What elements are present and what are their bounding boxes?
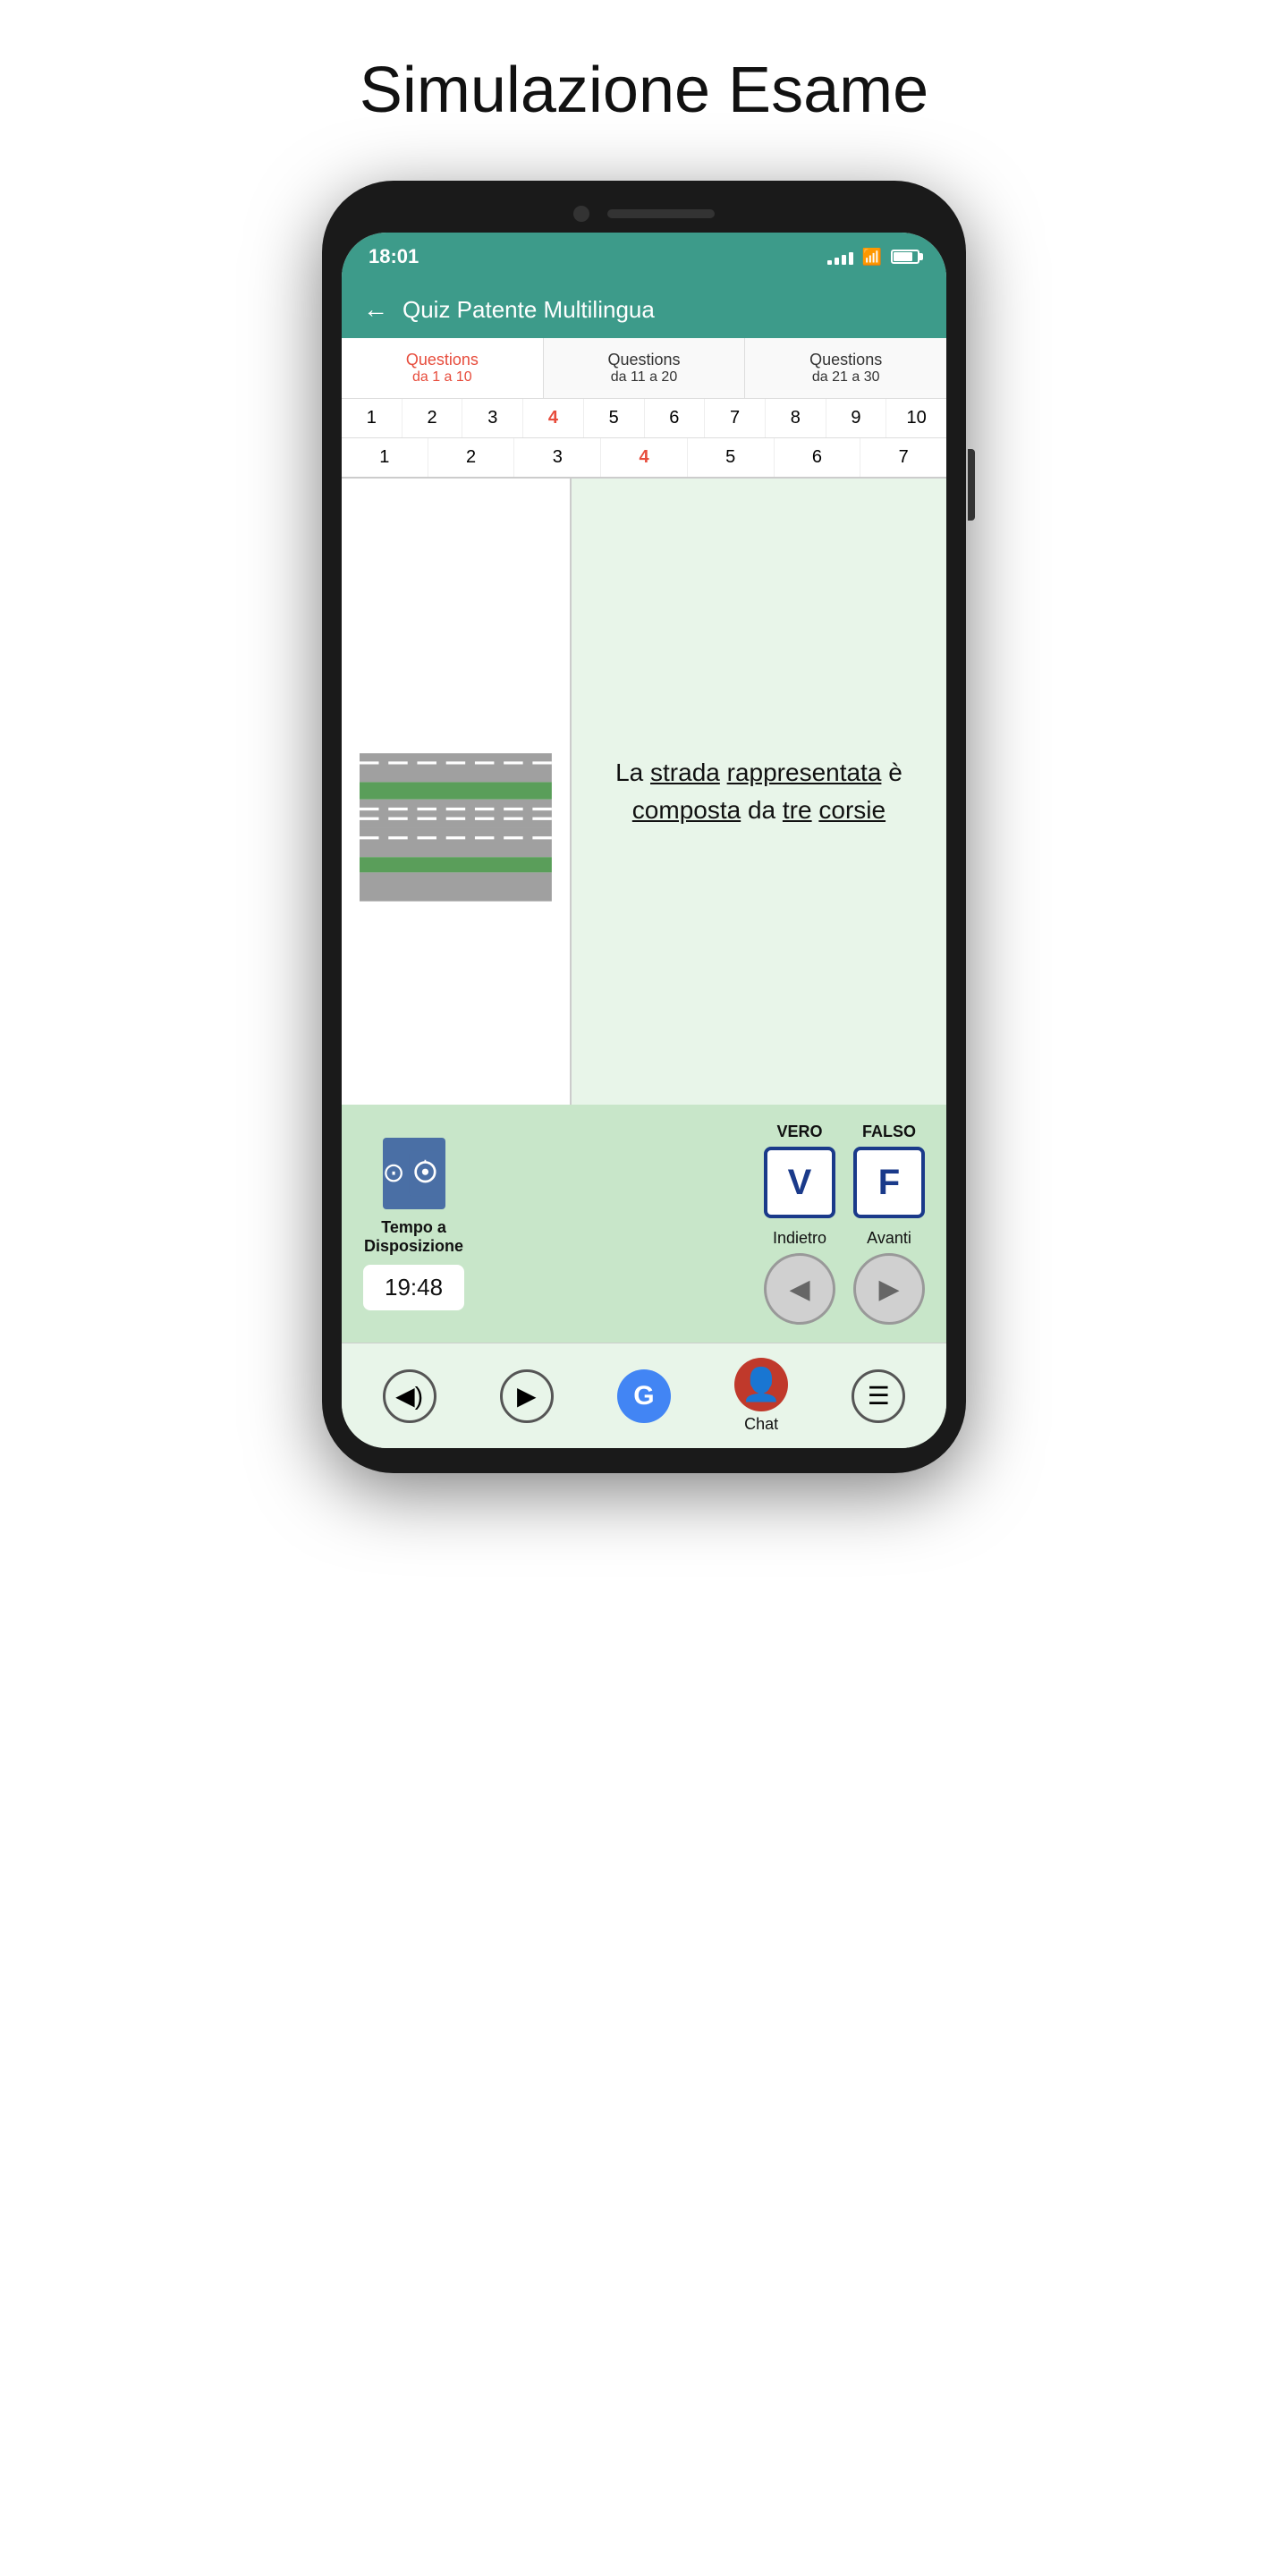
sub-num-7[interactable]: 7 [860, 438, 946, 477]
tab-2-range: da 11 a 20 [551, 369, 738, 386]
status-icons: 📶 [827, 248, 919, 267]
book-icon[interactable] [383, 1138, 445, 1209]
falso-group: FALSO F [853, 1123, 925, 1218]
falso-label: FALSO [862, 1123, 916, 1141]
text-panel: La strada rappresentata è composta da tr… [572, 479, 946, 1105]
num-5[interactable]: 5 [584, 399, 645, 437]
avanti-label: Avanti [867, 1229, 911, 1248]
wifi-icon: 📶 [862, 248, 882, 267]
vero-group: VERO V [764, 1123, 835, 1218]
tab-2-title: Questions [551, 351, 738, 369]
road-image [360, 648, 552, 936]
nav-row: Indietro ◀ Avanti ▶ [764, 1229, 925, 1325]
play-icon: ▶ [500, 1369, 554, 1423]
indietro-button[interactable]: ◀ [764, 1253, 835, 1325]
questions-tabs: Questions da 1 a 10 Questions da 11 a 20… [342, 338, 946, 399]
sound-icon: ◀) [383, 1369, 436, 1423]
bottom-controls: Tempo aDisposizione 19:48 VERO V FALSO F [342, 1105, 946, 1343]
tab-3-range: da 21 a 30 [752, 369, 939, 386]
num-3[interactable]: 3 [462, 399, 523, 437]
status-time: 18:01 [369, 245, 419, 268]
tab-questions-11-20[interactable]: Questions da 11 a 20 [544, 338, 746, 398]
vero-button[interactable]: V [764, 1147, 835, 1218]
avanti-group: Avanti ▶ [853, 1229, 925, 1325]
main-content: La strada rappresentata è composta da tr… [342, 479, 946, 1105]
num-6[interactable]: 6 [645, 399, 706, 437]
num-10[interactable]: 10 [886, 399, 946, 437]
image-panel [342, 479, 572, 1105]
timer-display: 19:48 [363, 1265, 464, 1310]
bottom-toolbar: ◀) ▶ G 👤 Chat [342, 1343, 946, 1448]
tab-3-title: Questions [752, 351, 939, 369]
sub-num-2[interactable]: 2 [428, 438, 515, 477]
right-controls: VERO V FALSO F Indietro ◀ Avanti [764, 1123, 925, 1325]
sub-number-row: 1 2 3 4 5 6 7 [342, 438, 946, 479]
phone-camera [573, 206, 589, 222]
indietro-label: Indietro [773, 1229, 826, 1248]
indietro-group: Indietro ◀ [764, 1229, 835, 1325]
translate-icon: G [617, 1369, 671, 1423]
tab-1-title: Questions [349, 351, 536, 369]
num-4[interactable]: 4 [523, 399, 584, 437]
page-title: Simulazione Esame [360, 54, 928, 127]
phone-notch [342, 206, 946, 222]
chat-avatar-icon: 👤 [734, 1358, 788, 1411]
sub-num-3[interactable]: 3 [514, 438, 601, 477]
status-bar: 18:01 📶 [342, 233, 946, 281]
toolbar-sound[interactable]: ◀) [383, 1369, 436, 1423]
app-title: Quiz Patente Multilingua [402, 296, 655, 324]
menu-icon: ☰ [852, 1369, 905, 1423]
toolbar-chat[interactable]: 👤 Chat [734, 1358, 788, 1434]
book-svg [405, 1147, 445, 1200]
battery-fill [894, 252, 912, 261]
sub-num-5[interactable]: 5 [688, 438, 775, 477]
app-header: ← Quiz Patente Multilingua [342, 281, 946, 338]
tab-1-range: da 1 a 10 [349, 369, 536, 386]
number-row: 1 2 3 4 5 6 7 8 9 10 [342, 399, 946, 438]
tab-questions-1-10[interactable]: Questions da 1 a 10 [342, 338, 544, 398]
vero-label: VERO [776, 1123, 822, 1141]
vero-falso-row: VERO V FALSO F [764, 1123, 925, 1218]
num-2[interactable]: 2 [402, 399, 463, 437]
battery-icon [891, 250, 919, 264]
back-button[interactable]: ← [363, 295, 388, 324]
phone-shell: 18:01 📶 ← Quiz Patente Multilingua [322, 181, 966, 1473]
sub-num-6[interactable]: 6 [775, 438, 861, 477]
chat-label: Chat [744, 1415, 778, 1434]
sub-num-1[interactable]: 1 [342, 438, 428, 477]
phone-speaker [607, 209, 715, 218]
toolbar-play[interactable]: ▶ [500, 1369, 554, 1423]
question-text: La strada rappresentata è composta da tr… [589, 754, 928, 829]
timer-label: Tempo aDisposizione [364, 1218, 463, 1256]
num-7[interactable]: 7 [705, 399, 766, 437]
toolbar-translate[interactable]: G [617, 1369, 671, 1423]
falso-button[interactable]: F [853, 1147, 925, 1218]
avanti-button[interactable]: ▶ [853, 1253, 925, 1325]
tab-questions-21-30[interactable]: Questions da 21 a 30 [745, 338, 946, 398]
toolbar-menu[interactable]: ☰ [852, 1369, 905, 1423]
num-8[interactable]: 8 [766, 399, 826, 437]
sub-num-4[interactable]: 4 [601, 438, 688, 477]
phone-side-button [968, 449, 975, 521]
signal-icon [827, 249, 853, 265]
phone-screen: 18:01 📶 ← Quiz Patente Multilingua [342, 233, 946, 1448]
num-9[interactable]: 9 [826, 399, 887, 437]
left-controls: Tempo aDisposizione 19:48 [363, 1138, 464, 1310]
num-1[interactable]: 1 [342, 399, 402, 437]
